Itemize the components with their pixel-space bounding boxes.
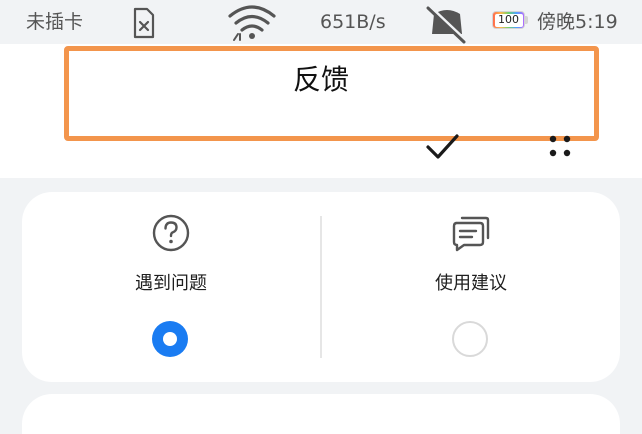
header: 反馈 xyxy=(0,44,642,178)
status-bar: 未插卡 651B/s 100 傍晚5:19 xyxy=(0,0,642,44)
option-suggestion-label: 使用建议 xyxy=(435,273,507,294)
page-title: 反馈 xyxy=(292,63,349,96)
radio-suggestion[interactable] xyxy=(452,321,488,357)
option-suggestion[interactable]: 使用建议 xyxy=(322,192,620,382)
sim-card-icon xyxy=(133,7,155,39)
clock-time: 傍晚5:19 xyxy=(537,11,618,33)
battery-icon: 100 xyxy=(492,11,530,31)
radio-problem[interactable] xyxy=(152,321,188,357)
option-problem-label: 遇到问题 xyxy=(135,273,207,294)
confirm-button[interactable] xyxy=(418,122,466,170)
next-card xyxy=(22,394,620,434)
network-speed: 651B/s xyxy=(320,11,386,33)
more-icon xyxy=(549,135,571,157)
chat-bubbles-icon xyxy=(452,216,490,252)
option-problem[interactable]: 遇到问题 xyxy=(22,192,320,382)
carrier-text: 未插卡 xyxy=(26,11,84,33)
wifi-icon xyxy=(228,5,276,41)
mute-icon xyxy=(426,5,469,44)
battery-level: 100 xyxy=(494,13,523,27)
more-options-button[interactable] xyxy=(536,122,584,170)
question-circle-icon xyxy=(152,214,190,252)
feedback-type-card: 遇到问题 使用建议 xyxy=(22,192,620,382)
check-icon xyxy=(426,134,459,159)
